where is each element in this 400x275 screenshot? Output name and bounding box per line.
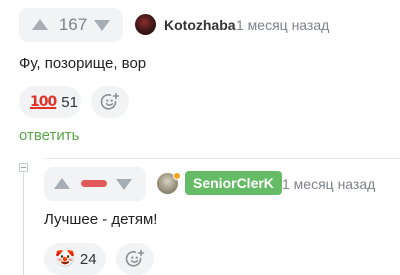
- comment2-add-reaction-button[interactable]: [116, 243, 154, 275]
- comment2-username-badge[interactable]: SeniorClerK: [185, 171, 282, 195]
- comment1-reaction[interactable]: 100 51: [19, 86, 81, 118]
- upvote-icon[interactable]: [32, 19, 48, 30]
- negative-rating-indicator: [81, 180, 107, 187]
- collapse-icon[interactable]: [19, 163, 28, 172]
- comment1-vote-control: 167: [19, 8, 123, 42]
- hundred-points-icon: 100: [30, 94, 57, 110]
- comment1-text: Фу, позорище, вор: [19, 55, 147, 72]
- comment2-vote-control: [44, 167, 146, 201]
- comment2-text: Лучшее - детям!: [44, 211, 158, 228]
- comment2-reaction-count: 24: [79, 250, 97, 268]
- reply-link[interactable]: ответить: [19, 127, 79, 144]
- add-reaction-icon: [125, 249, 145, 267]
- comment2-reaction[interactable]: 🤡 24: [44, 243, 106, 275]
- upvote-icon[interactable]: [54, 178, 70, 189]
- comment2-username: SeniorClerK: [193, 175, 274, 191]
- comment1-reaction-count: 51: [61, 93, 78, 111]
- downvote-icon[interactable]: [94, 20, 110, 31]
- comment1-timestamp[interactable]: 1 месяц назад: [236, 17, 329, 33]
- comment1-add-reaction-button[interactable]: [91, 86, 129, 118]
- comment1-username[interactable]: Kotozhaba: [164, 17, 236, 33]
- online-status-dot: [173, 172, 181, 180]
- comment2-timestamp[interactable]: 1 месяц назад: [282, 176, 375, 192]
- thread-line[interactable]: [23, 172, 24, 275]
- downvote-icon[interactable]: [116, 179, 132, 190]
- comment1-vote-count: 167: [58, 15, 88, 34]
- clown-face-icon: 🤡: [55, 251, 75, 268]
- add-reaction-icon: [100, 92, 120, 110]
- reply-divider: [44, 158, 400, 159]
- comment1-avatar[interactable]: [135, 14, 156, 35]
